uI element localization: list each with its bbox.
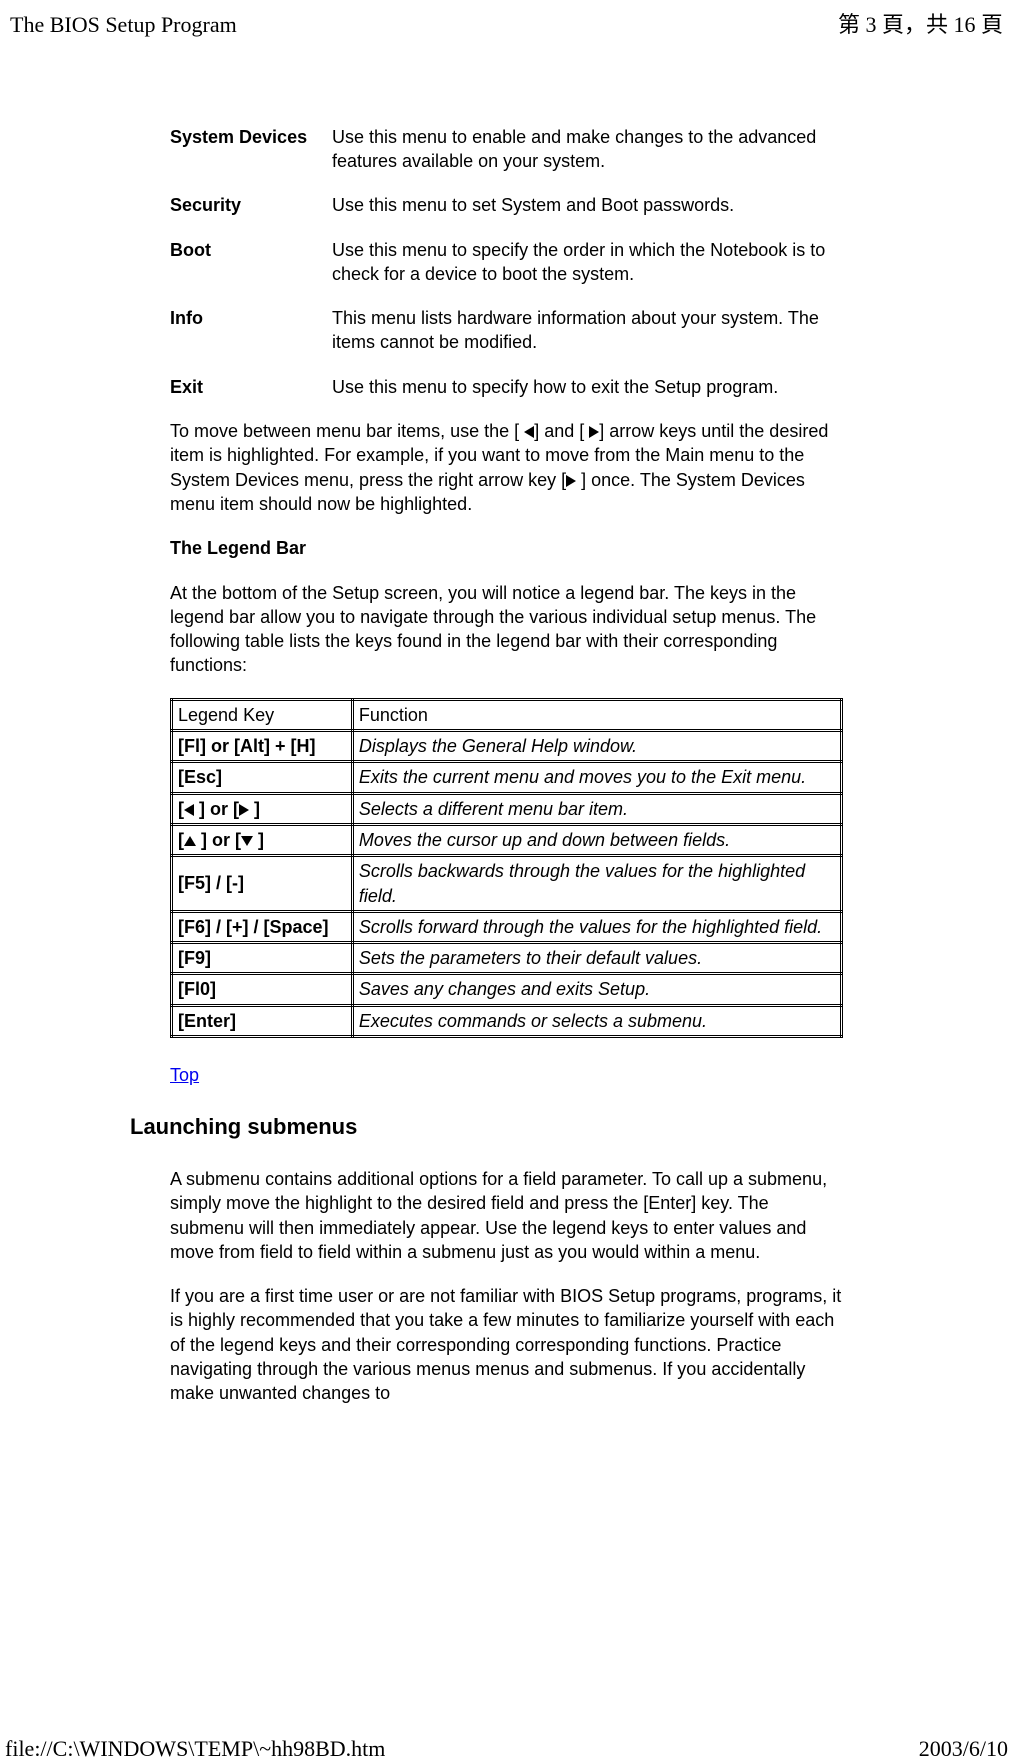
menu-item: System Devices Use this menu to enable a… bbox=[170, 125, 843, 174]
cell-key: [F9] bbox=[172, 943, 353, 974]
cell-key: [ ] or [ ] bbox=[172, 793, 353, 824]
table-row: [ ] or [ ] Moves the cursor up and down … bbox=[172, 824, 842, 855]
menu-label: Info bbox=[170, 306, 332, 355]
menu-descriptions: System Devices Use this menu to enable a… bbox=[170, 125, 843, 399]
menu-desc: Use this menu to specify the order in wh… bbox=[332, 238, 843, 287]
cell-key: [Esc] bbox=[172, 762, 353, 793]
main-content: System Devices Use this menu to enable a… bbox=[0, 125, 1013, 1406]
table-row: [F9] Sets the parameters to their defaul… bbox=[172, 943, 842, 974]
table-row: [Fl0] Saves any changes and exits Setup. bbox=[172, 974, 842, 1005]
cell-func: Sets the parameters to their default val… bbox=[352, 943, 841, 974]
top-link[interactable]: Top bbox=[170, 1065, 199, 1085]
cell-key: [Fl] or [Alt] + [H] bbox=[172, 731, 353, 762]
cell-func: Scrolls forward through the values for t… bbox=[352, 911, 841, 942]
arrow-up-icon bbox=[184, 836, 196, 846]
arrow-right-icon bbox=[566, 475, 576, 487]
cell-key: [Enter] bbox=[172, 1005, 353, 1036]
table-row: [Enter] Executes commands or selects a s… bbox=[172, 1005, 842, 1036]
arrow-left-icon bbox=[184, 804, 194, 816]
menu-item: Exit Use this menu to specify how to exi… bbox=[170, 375, 843, 399]
arrow-left-icon bbox=[524, 426, 534, 438]
cell-func: Executes commands or selects a submenu. bbox=[352, 1005, 841, 1036]
page-indicator: 第 3 頁，共 16 頁 bbox=[838, 10, 1003, 40]
table-header-row: Legend Key Function bbox=[172, 699, 842, 730]
cell-key: [F5] / [-] bbox=[172, 856, 353, 912]
cell-key: [ ] or [ ] bbox=[172, 824, 353, 855]
doc-title: The BIOS Setup Program bbox=[10, 10, 237, 40]
table-row: [F5] / [-] Scrolls backwards through the… bbox=[172, 856, 842, 912]
menu-desc: Use this menu to specify how to exit the… bbox=[332, 375, 843, 399]
arrow-down-icon bbox=[241, 836, 253, 846]
menu-label: Exit bbox=[170, 375, 332, 399]
table-row: [F6] / [+] / [Space] Scrolls forward thr… bbox=[172, 911, 842, 942]
submenu-paragraph-1: A submenu contains additional options fo… bbox=[170, 1167, 843, 1264]
arrow-right-icon bbox=[239, 804, 249, 816]
legend-table: Legend Key Function [Fl] or [Alt] + [H] … bbox=[170, 698, 843, 1038]
table-row: [ ] or [ ] Selects a different menu bar … bbox=[172, 793, 842, 824]
launching-submenus-heading: Launching submenus bbox=[130, 1112, 843, 1142]
footer-date: 2003/6/10 bbox=[919, 1734, 1008, 1764]
menu-label: System Devices bbox=[170, 125, 332, 174]
menu-desc: Use this menu to set System and Boot pas… bbox=[332, 193, 843, 217]
menu-label: Security bbox=[170, 193, 332, 217]
footer-path: file://C:\WINDOWS\TEMP\~hh98BD.htm bbox=[5, 1734, 385, 1764]
cell-func: Scrolls backwards through the values for… bbox=[352, 856, 841, 912]
menu-item: Info This menu lists hardware informatio… bbox=[170, 306, 843, 355]
submenu-paragraph-2: If you are a first time user or are not … bbox=[170, 1284, 843, 1405]
page-header: The BIOS Setup Program 第 3 頁，共 16 頁 bbox=[0, 0, 1013, 45]
page-footer: file://C:\WINDOWS\TEMP\~hh98BD.htm 2003/… bbox=[0, 1724, 1013, 1754]
menu-desc: Use this menu to enable and make changes… bbox=[332, 125, 843, 174]
legend-bar-heading: The Legend Bar bbox=[170, 536, 843, 560]
menu-desc: This menu lists hardware information abo… bbox=[332, 306, 843, 355]
navigation-paragraph: To move between menu bar items, use the … bbox=[170, 419, 843, 516]
arrow-right-icon bbox=[589, 426, 599, 438]
table-row: [Esc] Exits the current menu and moves y… bbox=[172, 762, 842, 793]
cell-func: Displays the General Help window. bbox=[352, 731, 841, 762]
top-link-block: Top bbox=[170, 1063, 843, 1087]
cell-func: Moves the cursor up and down between fie… bbox=[352, 824, 841, 855]
cell-func: Exits the current menu and moves you to … bbox=[352, 762, 841, 793]
cell-key: [F6] / [+] / [Space] bbox=[172, 911, 353, 942]
cell-func: Saves any changes and exits Setup. bbox=[352, 974, 841, 1005]
table-row: [Fl] or [Alt] + [H] Displays the General… bbox=[172, 731, 842, 762]
menu-item: Boot Use this menu to specify the order … bbox=[170, 238, 843, 287]
th-key: Legend Key bbox=[172, 699, 353, 730]
menu-label: Boot bbox=[170, 238, 332, 287]
cell-func: Selects a different menu bar item. bbox=[352, 793, 841, 824]
menu-item: Security Use this menu to set System and… bbox=[170, 193, 843, 217]
legend-intro: At the bottom of the Setup screen, you w… bbox=[170, 581, 843, 678]
th-function: Function bbox=[352, 699, 841, 730]
cell-key: [Fl0] bbox=[172, 974, 353, 1005]
